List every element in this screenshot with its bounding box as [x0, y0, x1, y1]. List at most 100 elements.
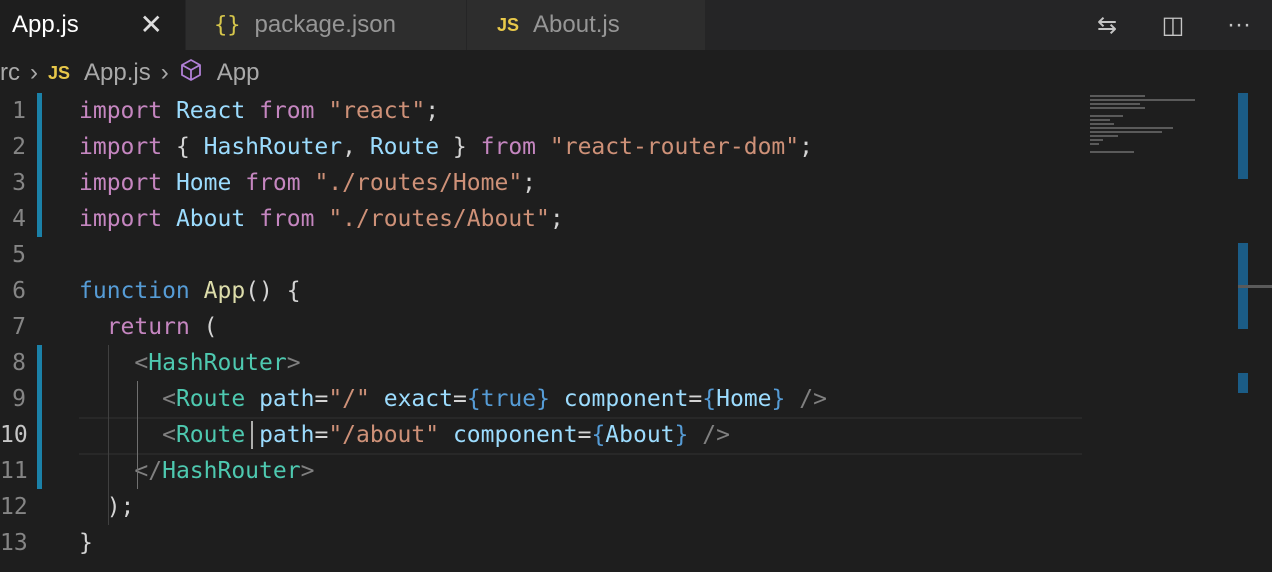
code-token: HashRouter [203, 134, 343, 160]
code-token: from [245, 170, 301, 196]
breadcrumb: rc › JS App.js › App [0, 54, 259, 92]
code-token: App [203, 278, 246, 304]
modified-marker [1238, 373, 1248, 393]
code-token: About [175, 206, 246, 232]
line-number: 1 [12, 98, 26, 124]
modified-gutter-marker [37, 417, 42, 453]
code-line[interactable]: 5 [0, 237, 1085, 273]
code-line[interactable]: 10 <Route path="/about" component={About… [0, 417, 1085, 453]
code-line[interactable]: 1 import React from "react"; [0, 93, 1085, 129]
line-number: 5 [12, 242, 26, 268]
code-text: <HashRouter> [79, 345, 300, 381]
breadcrumb-folder[interactable]: rc [0, 59, 20, 87]
indent-guide [137, 381, 138, 489]
code-token: "./routes/About" [328, 206, 550, 232]
line-number: 7 [12, 314, 26, 340]
code-text: import Home from "./routes/Home"; [79, 165, 536, 201]
line-number: 6 [12, 278, 26, 304]
breadcrumb-symbol[interactable]: App [217, 59, 260, 87]
code-text: import React from "react"; [79, 93, 439, 129]
code-text: import About from "./routes/About"; [79, 201, 564, 237]
code-line[interactable]: 8 <HashRouter> [0, 345, 1085, 381]
code-token: } [771, 386, 786, 412]
line-number: 10 [0, 422, 28, 448]
code-line[interactable]: 11 </HashRouter> [0, 453, 1085, 489]
code-token: () { [245, 278, 301, 304]
code-line[interactable]: 9 <Route path="/" exact={true} component… [0, 381, 1085, 417]
code-token: import [79, 206, 163, 232]
code-token: } [79, 530, 93, 556]
code-text: return ( [79, 309, 218, 345]
close-icon[interactable]: ✕ [140, 8, 163, 41]
modified-gutter-marker [37, 345, 42, 381]
line-number: 2 [12, 134, 26, 160]
code-token: Route [175, 386, 246, 412]
tab-app-js[interactable]: App.js ✕ [0, 0, 185, 50]
code-line[interactable]: 13} [0, 525, 1085, 561]
code-token: exact [383, 386, 453, 412]
tab-label: package.json [254, 11, 396, 38]
code-token: Home [175, 170, 232, 196]
code-token: = [314, 386, 329, 412]
code-text: function App() { [79, 273, 301, 309]
modified-gutter-marker [37, 201, 42, 237]
code-text: <Route path="/" exact={true} component={… [79, 381, 827, 417]
code-line[interactable]: 7 return ( [0, 309, 1085, 345]
code-token: HashRouter [162, 458, 301, 484]
code-editor[interactable]: 1 import React from "react"; 2 import { Has… [0, 93, 1085, 572]
code-token: { [162, 134, 204, 160]
code-line[interactable]: 6 function App() { [0, 273, 1085, 309]
modified-gutter-marker [37, 165, 42, 201]
minimap-line [1090, 139, 1103, 141]
line-number: 11 [0, 458, 28, 484]
scrollbar-slider[interactable] [1238, 285, 1272, 288]
symbol-method-icon [179, 58, 203, 89]
code-token: "react-router-dom" [549, 134, 800, 160]
code-token: > [300, 458, 315, 484]
code-token: < [162, 386, 176, 412]
modified-gutter-marker [37, 453, 42, 489]
minimap-line [1090, 151, 1134, 153]
code-token: , [342, 134, 370, 160]
overview-ruler[interactable] [1238, 93, 1248, 572]
tab-about-js[interactable]: JS About.js [467, 0, 705, 50]
split-editor-icon[interactable]: ◫ [1140, 0, 1206, 50]
code-line[interactable]: 2 import { HashRouter, Route } from "reac… [0, 129, 1085, 165]
code-token: from [259, 206, 315, 232]
code-token: ; [799, 134, 813, 160]
code-token: "./routes/Home" [314, 170, 523, 196]
code-token: path [259, 386, 315, 412]
minimap-line [1090, 135, 1118, 137]
code-token: import [79, 134, 163, 160]
code-token: About [605, 422, 675, 448]
code-line[interactable]: 12 ); [0, 489, 1085, 525]
minimap[interactable] [1085, 93, 1235, 572]
code-token: = [688, 386, 703, 412]
minimap-line [1090, 143, 1099, 145]
code-token: { [591, 422, 606, 448]
more-actions-icon[interactable]: ··· [1206, 0, 1272, 50]
code-token: } [674, 422, 689, 448]
minimap-line [1090, 131, 1162, 133]
breadcrumb-file[interactable]: App.js [84, 59, 151, 87]
tab-label: About.js [533, 11, 620, 38]
code-line[interactable]: 3 import Home from "./routes/Home"; [0, 165, 1085, 201]
code-token: } [439, 134, 481, 160]
compare-changes-icon[interactable]: ⇆ [1074, 0, 1140, 50]
minimap-line [1090, 95, 1145, 97]
code-text: import { HashRouter, Route } from "react… [79, 129, 813, 165]
code-token: ; [522, 170, 537, 196]
code-token: /> [702, 422, 730, 448]
tab-package-json[interactable]: {} package.json [186, 0, 466, 50]
code-line[interactable]: 4 import About from "./routes/About"; [0, 201, 1085, 237]
